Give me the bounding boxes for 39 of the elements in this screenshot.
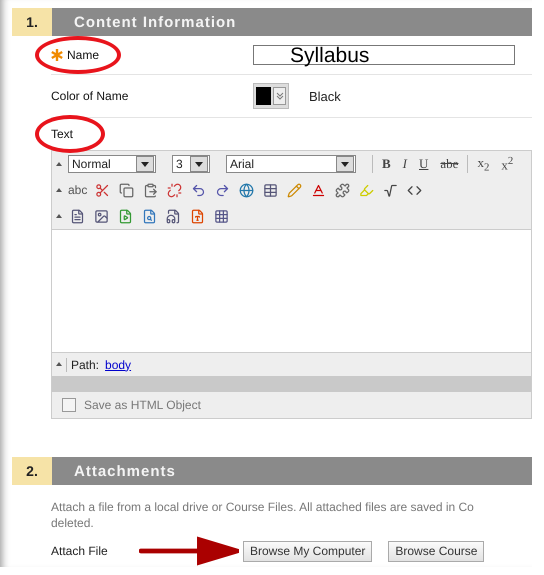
section-title: Content Information — [52, 8, 532, 36]
path-label: Path: — [71, 358, 100, 372]
format-dropdown[interactable]: Normal — [68, 155, 156, 173]
format-button[interactable]: U — [416, 156, 432, 172]
field-label: Text — [51, 127, 74, 141]
size-dropdown[interactable]: 3 — [172, 155, 210, 173]
format-button[interactable]: I — [400, 156, 410, 172]
name-field[interactable]: Syllabus — [253, 45, 515, 65]
field-label: Name — [67, 48, 100, 62]
spellcheck-button[interactable]: abc — [68, 183, 88, 197]
description-text: Attach a file from a local drive or Course Files. All attached files are saved in Co deleted. — [51, 499, 475, 531]
dropdown-arrow-icon — [195, 162, 203, 166]
required-icon — [51, 49, 63, 61]
color-name: Black — [309, 88, 341, 104]
font-dropdown[interactable]: Arial — [226, 155, 356, 173]
format-button[interactable]: x$_{2}$ — [474, 154, 492, 174]
chevron-icon — [276, 92, 284, 100]
audio-file-icon[interactable] — [164, 207, 182, 225]
format-button[interactable]: x$^{2}$ — [498, 154, 516, 174]
pencil-icon[interactable] — [285, 181, 304, 199]
section-title: Attachments — [52, 457, 532, 485]
section-number: 2. — [12, 457, 52, 485]
format-button[interactable]: B — [379, 156, 394, 172]
checkbox[interactable] — [62, 398, 76, 412]
field-label: Color of Name — [51, 89, 128, 103]
browse-button[interactable]: Browse My Computer — [243, 540, 372, 562]
plugin-icon[interactable] — [333, 181, 352, 199]
color-picker[interactable] — [253, 83, 289, 109]
copy-icon[interactable] — [117, 181, 136, 199]
path-link[interactable]: body — [105, 358, 132, 372]
dropdown-arrow-icon — [141, 162, 149, 166]
unlink-icon[interactable] — [165, 181, 184, 199]
section-number: 1. — [12, 8, 52, 36]
dropdown-arrow-icon — [341, 162, 349, 166]
field-label: Attach File — [51, 544, 109, 558]
format-button[interactable]: abe — [437, 156, 462, 172]
checkbox-label: Save as HTML Object — [84, 398, 201, 412]
globe-icon[interactable] — [237, 181, 256, 199]
browse-button[interactable]: Browse Course — [388, 540, 484, 562]
